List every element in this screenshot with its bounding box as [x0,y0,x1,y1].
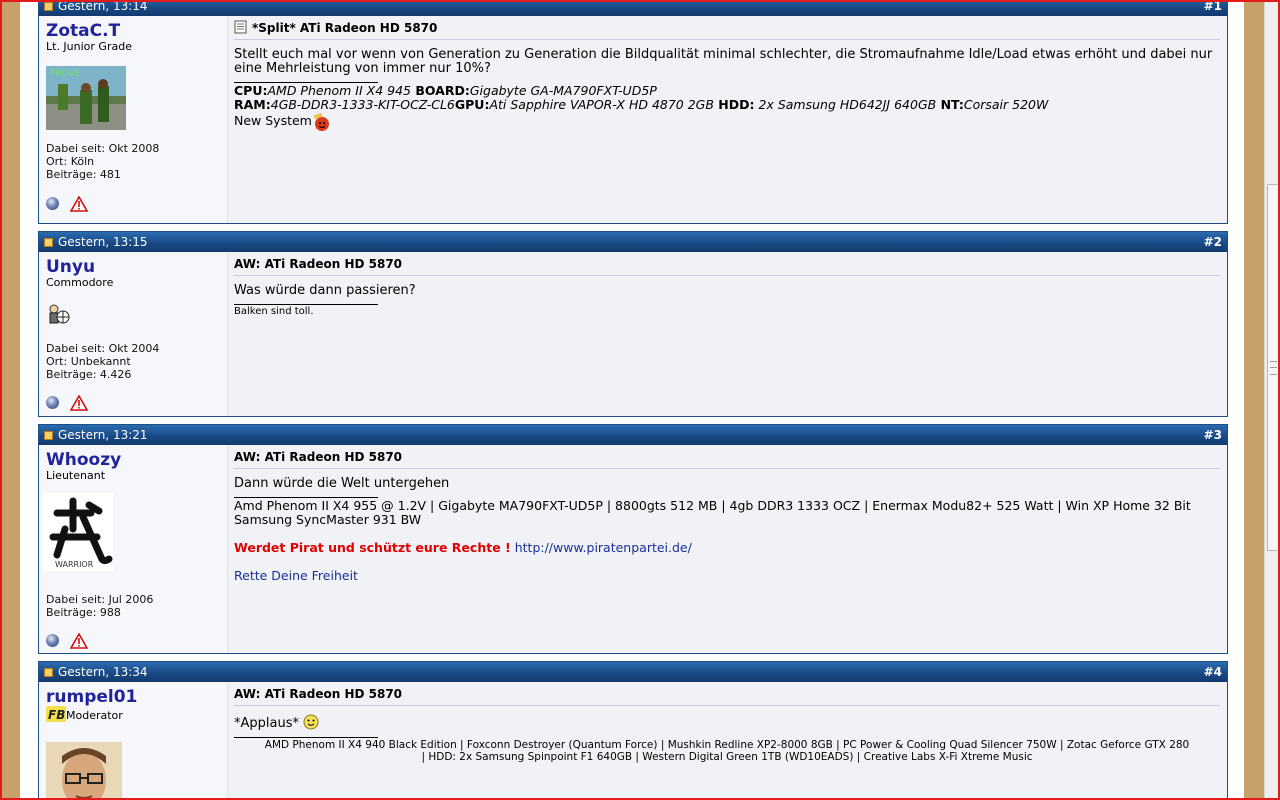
pirate-slogan: Werdet Pirat und schützt eure Rechte ! [234,540,511,555]
dancing-smiley-icon [313,112,329,131]
svg-text:FB: FB [48,708,65,722]
join-date: Dabei seit: Jul 2006 [46,593,154,606]
post-count: Beiträge: 4.426 [46,368,132,381]
post-status-icon [44,238,53,247]
user-panel: Whoozy Lieutenant WARRIOR Dabei seit: Ju… [39,445,227,653]
user-avatar[interactable]: WARRIOR [43,493,113,571]
user-rank: Commodore [46,276,114,289]
post-time: Gestern, 13:15 [58,235,148,249]
post-header: Gestern, 13:21 #3 [39,425,1227,445]
post-header: Gestern, 13:14 #1 [39,0,1227,16]
user-panel: rumpel01 FB Moderator [39,682,227,800]
location: Ort: Köln [46,155,95,168]
signature-storage: | HDD: 2x Samsung Spinpoint F1 640GB | W… [421,751,1033,763]
user-panel: ZotaC.T Lt. Junior Grade PROVE Dabei sei… [39,16,227,223]
post-title: AW: ATi Radeon HD 5870 [234,449,1220,469]
scrollbar-thumb[interactable] [1267,184,1278,551]
post-document-icon [234,20,247,34]
post-title: *Split* ATi Radeon HD 5870 [234,20,1220,40]
post-text: Dann würde die Welt untergehen [234,476,450,491]
username-link[interactable]: rumpel01 [46,688,227,706]
signature: CPU:AMD Phenom II X4 945 BOARD:Gigabyte … [234,84,1220,132]
window-frame: Gestern, 13:14 #1 ZotaC.T Lt. Junior Gra… [0,0,1280,800]
user-rank: FB Moderator [46,706,227,723]
username-link[interactable]: Unyu [46,258,227,276]
user-avatar[interactable] [46,302,72,328]
post-time: Gestern, 13:14 [58,0,148,13]
user-stats: Dabei seit: Jul 2006 Beiträge: 988 [46,593,153,619]
post-number-link[interactable]: #1 [1204,2,1222,16]
user-rank: Lt. Junior Grade [46,40,132,53]
join-date: Dabei seit: Okt 2004 [46,342,160,355]
piratenpartei-link[interactable]: http://www.piratenpartei.de/ [515,540,692,555]
user-rank-text: Moderator [66,709,123,722]
message-panel: AW: ATi Radeon HD 5870 Dann würde die We… [227,445,1227,653]
signature-monitor: Samsung SyncMaster 931 BW [234,512,422,527]
avatar-caption: WARRIOR [55,560,94,569]
post-title: AW: ATi Radeon HD 5870 [234,686,1220,706]
report-post-icon[interactable] [70,195,89,212]
scrollbar-grip-icon [1270,361,1277,375]
post-1: Gestern, 13:14 #1 ZotaC.T Lt. Junior Gra… [38,0,1228,224]
vertical-scrollbar[interactable] [1264,2,1278,798]
online-status-icon[interactable] [46,634,59,647]
signature-hardware: Amd Phenom II X4 955 @ 1.2V | Gigabyte M… [234,498,1191,513]
username-link[interactable]: ZotaC.T [46,22,227,40]
post-text: Was würde dann passieren? [234,283,416,298]
post-count: Beiträge: 481 [46,168,121,181]
report-post-icon[interactable] [70,394,89,411]
post-header: Gestern, 13:34 #4 [39,662,1227,682]
post-text: *Applaus* [234,714,1220,731]
post-header: Gestern, 13:15 #2 [39,232,1227,252]
online-status-icon[interactable] [46,197,59,210]
user-avatar[interactable] [46,742,122,800]
post-status-icon [44,668,53,677]
post-status-icon [44,431,53,440]
post-status-icon [44,2,53,11]
post-title-text: *Split* ATi Radeon HD 5870 [252,21,438,35]
report-post-icon[interactable] [70,632,89,649]
post-2: Gestern, 13:15 #2 Unyu Commodore Dabei s… [38,231,1228,417]
message-panel: AW: ATi Radeon HD 5870 *Applaus* AMD Phe… [227,682,1227,798]
post-time: Gestern, 13:34 [58,665,148,679]
rette-deine-freiheit-link[interactable]: Rette Deine Freiheit [234,569,1220,583]
signature-hardware: AMD Phenom II X4 940 Black Edition | Fox… [264,739,1190,751]
post-time: Gestern, 13:21 [58,428,148,442]
user-rank: Lieutenant [46,469,106,482]
moderator-badge-icon: FB [46,706,66,722]
message-panel: *Split* ATi Radeon HD 5870 Stellt euch m… [227,16,1227,223]
join-date: Dabei seit: Okt 2008 [46,142,160,155]
post-title: AW: ATi Radeon HD 5870 [234,256,1220,276]
signature-last-line: New System [234,113,312,128]
post-3: Gestern, 13:21 #3 Whoozy Lieutenant WARR… [38,424,1228,654]
svg-text:PROVE: PROVE [50,69,81,79]
user-avatar[interactable]: PROVE [46,66,126,130]
signature-divider [234,304,378,305]
post-text-content: *Applaus* [234,716,299,731]
signature: Balken sind toll. [234,306,314,317]
smiley-icon [303,714,319,730]
post-number-link[interactable]: #2 [1204,232,1222,252]
location: Ort: Unbekannt [46,355,131,368]
user-stats: Dabei seit: Okt 2008 Ort: Köln Beiträge:… [46,142,159,181]
user-stats: Dabei seit: Okt 2004 Ort: Unbekannt Beit… [46,342,159,381]
signature-divider [234,737,378,738]
post-4: Gestern, 13:34 #4 rumpel01 FB Moderator [38,661,1228,800]
signature: AMD Phenom II X4 940 Black Edition | Fox… [234,739,1220,763]
signature: Amd Phenom II X4 955 @ 1.2V | Gigabyte M… [234,499,1220,583]
online-status-icon[interactable] [46,396,59,409]
post-text: Stellt euch mal vor wenn von Generation … [234,47,1213,76]
user-panel: Unyu Commodore Dabei seit: Okt 2004 Ort:… [39,252,227,416]
post-number-link[interactable]: #3 [1204,425,1222,445]
post-count: Beiträge: 988 [46,606,121,619]
post-number-link[interactable]: #4 [1204,662,1222,682]
message-panel: AW: ATi Radeon HD 5870 Was würde dann pa… [227,252,1227,416]
username-link[interactable]: Whoozy [46,451,227,469]
